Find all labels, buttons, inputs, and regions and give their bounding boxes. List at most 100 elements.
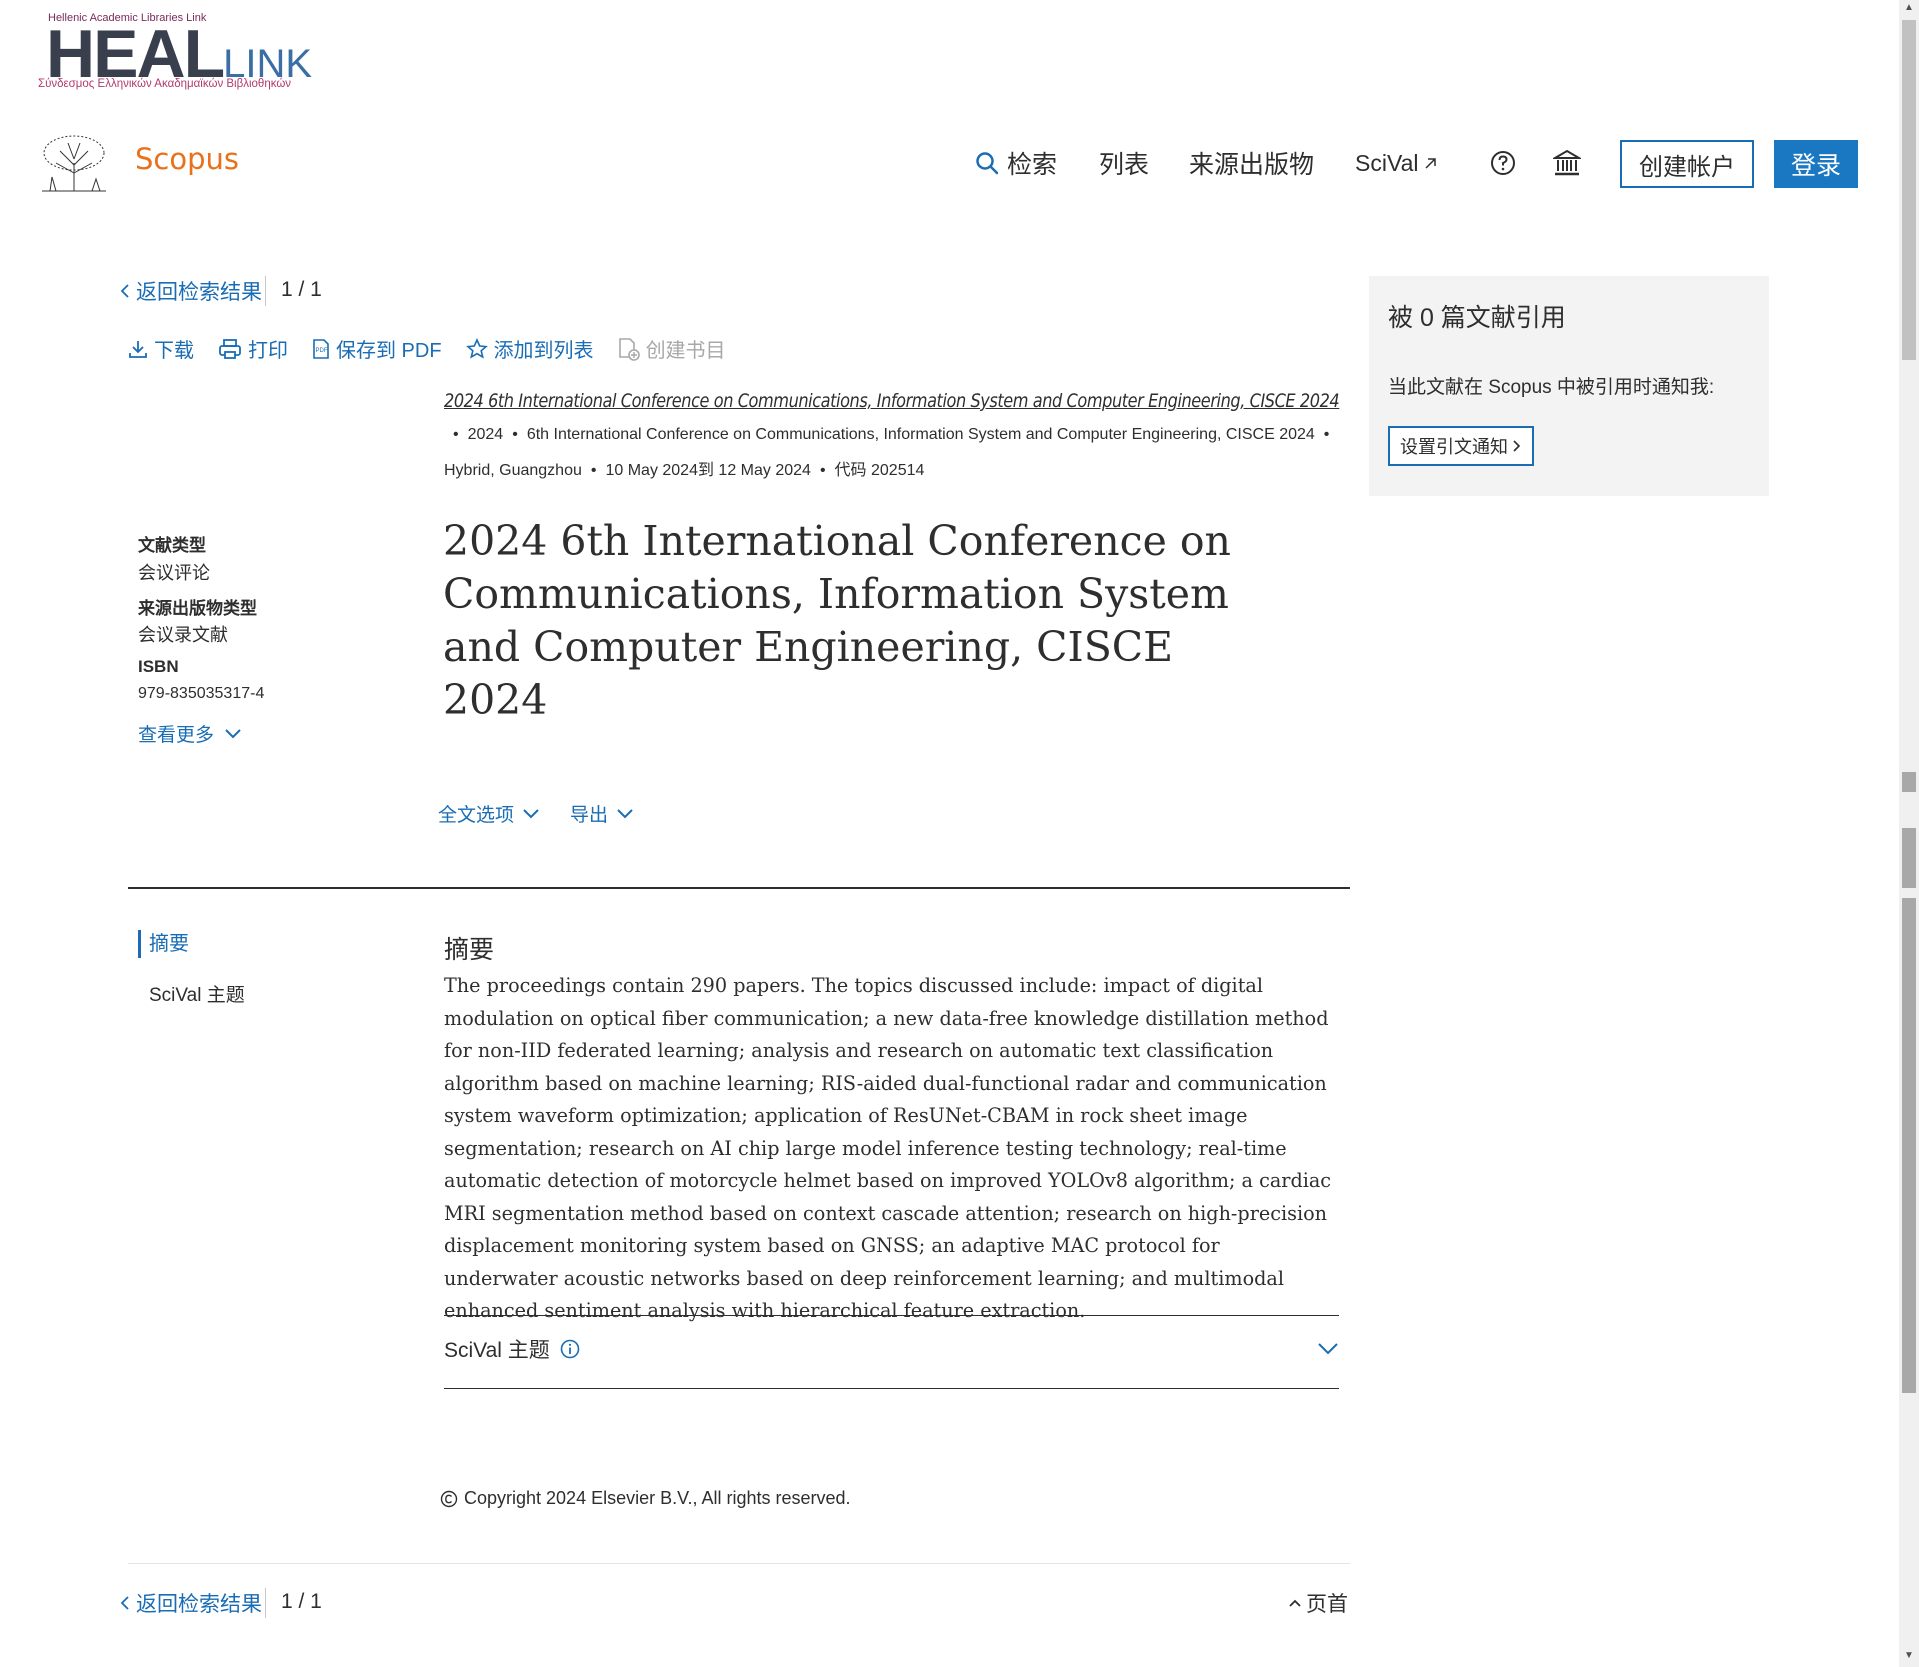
document-actions: 全文选项 导出: [438, 800, 634, 827]
back-to-results[interactable]: 返回检索结果: [120, 276, 262, 306]
chevron-down-icon: [1318, 1343, 1338, 1355]
source-code: 代码 202514: [834, 462, 925, 479]
footer-back-to-results[interactable]: 返回检索结果: [120, 1588, 262, 1618]
chevron-down-icon: [617, 808, 633, 818]
cited-by-panel: 被 0 篇文献引用 当此文献在 Scopus 中被引用时通知我: 设置引文通知: [1369, 276, 1769, 496]
source-type-label: 来源出版物类型: [138, 599, 257, 618]
back-to-top-label: 页首: [1306, 1593, 1348, 1616]
save-pdf-button[interactable]: PDF 保存到 PDF: [312, 334, 442, 363]
nav-lists-label: 列表: [1099, 151, 1150, 179]
scroll-up-arrow[interactable]: ▲: [1899, 2, 1919, 13]
document-title: 2024 6th International Conference on Com…: [443, 517, 1231, 724]
download-label: 下载: [154, 340, 194, 362]
full-text-options-label: 全文选项: [438, 805, 515, 826]
svg-text:PDF: PDF: [316, 348, 328, 354]
add-to-list-label: 添加到列表: [493, 340, 594, 362]
vertical-scrollbar[interactable]: ▲ ▼: [1899, 0, 1919, 1667]
cited-by-description: 当此文献在 Scopus 中被引用时通知我:: [1388, 377, 1715, 398]
scrollbar-thumb[interactable]: [1902, 20, 1916, 360]
show-more-button[interactable]: 查看更多: [138, 720, 242, 747]
help-icon: [1491, 151, 1515, 175]
footer-breadcrumb-divider: [265, 1588, 266, 1618]
print-label: 打印: [248, 340, 288, 362]
elsevier-logo[interactable]: [38, 133, 110, 193]
footer-back-label: 返回检索结果: [136, 1593, 262, 1616]
cited-by-title: 被 0 篇文献引用: [1388, 304, 1566, 332]
institution-button[interactable]: [1553, 143, 1581, 183]
nav-scival[interactable]: SciVal: [1355, 143, 1437, 183]
doc-type-value: 会议评论: [138, 563, 210, 583]
copyright-notice: Copyright 2024 Elsevier B.V., All rights…: [440, 1488, 851, 1509]
chevron-left-icon: [120, 284, 129, 298]
scroll-down-arrow[interactable]: ▼: [1899, 1650, 1919, 1661]
institution-icon: [1553, 149, 1581, 176]
source-type-value: 会议录文献: [138, 625, 228, 645]
info-icon[interactable]: [560, 1339, 580, 1359]
document-toolbar: 下载 打印 PDF 保存到 PDF 添加到列表 创建书目: [128, 334, 726, 363]
nav-lists[interactable]: 列表: [1099, 143, 1149, 183]
scival-divider-bottom: [444, 1388, 1339, 1389]
source-conference: 6th International Conference on Communic…: [526, 426, 1315, 443]
toc-abstract[interactable]: 摘要: [138, 930, 189, 958]
scival-topics-label: SciVal 主题: [444, 1339, 550, 1362]
nav-search[interactable]: 检索: [975, 143, 1057, 183]
scival-divider-top: [444, 1315, 1339, 1316]
source-meta-line-2: Hybrid, Guangzhou • 10 May 2024到 12 May 20…: [444, 462, 925, 479]
source-dates: 10 May 2024到 12 May 2024: [605, 462, 811, 479]
chevron-down-icon: [225, 728, 241, 738]
show-more-label: 查看更多: [138, 725, 215, 746]
conference-source-link[interactable]: 2024 6th International Conference on Com…: [444, 390, 1340, 412]
nav-sources[interactable]: 来源出版物: [1189, 143, 1314, 183]
breadcrumb-divider: [265, 276, 266, 306]
set-citation-alert-button[interactable]: 设置引文通知: [1388, 426, 1534, 466]
back-to-top-link[interactable]: 页首: [1288, 1588, 1348, 1618]
heal-logo-sub-text: Σύνδεσμος Ελληνικών Ακαδημαϊκών Βιβλιοθη…: [38, 78, 292, 90]
scrollbar-marker: [1902, 898, 1916, 1393]
scrollbar-marker: [1902, 772, 1916, 792]
nav-sources-label: 来源出版物: [1189, 151, 1315, 179]
star-icon: [465, 337, 488, 359]
nav-scival-label: SciVal: [1355, 149, 1419, 176]
export-button[interactable]: 导出: [570, 800, 634, 827]
chevron-down-icon: [523, 808, 539, 818]
abstract-heading: 摘要: [444, 936, 495, 964]
chevron-left-icon: [120, 1596, 129, 1610]
create-bibliography-button[interactable]: 创建书目: [618, 334, 726, 363]
footer-divider: [128, 1563, 1350, 1564]
scopus-brand[interactable]: Scopus: [135, 142, 239, 176]
help-button[interactable]: [1490, 143, 1516, 183]
copyright-icon: [440, 1490, 458, 1507]
abstract-text: The proceedings contain 290 papers. The …: [444, 974, 1332, 1322]
full-text-options-button[interactable]: 全文选项: [438, 800, 540, 827]
nav-search-label: 检索: [1007, 151, 1058, 179]
print-button[interactable]: 打印: [218, 334, 288, 363]
add-to-list-button[interactable]: 添加到列表: [465, 334, 594, 363]
copyright-text: Copyright 2024 Elsevier B.V., All rights…: [464, 1488, 851, 1508]
scrollbar-marker: [1902, 828, 1916, 888]
login-button[interactable]: 登录: [1774, 140, 1858, 188]
chevron-up-icon: [1289, 1599, 1301, 1607]
footer-pager: 1 / 1: [281, 1590, 322, 1613]
bibliography-icon: [618, 337, 640, 361]
source-meta-line-1: • 2024 • 6th International Conference on Co…: [453, 426, 1330, 443]
heal-link-logo[interactable]: Hellenic Academic Libraries Link HEALLIN…: [38, 12, 312, 94]
create-bibliography-label: 创建书目: [645, 340, 726, 362]
create-account-button[interactable]: 创建帐户: [1620, 140, 1754, 188]
printer-icon: [219, 338, 241, 359]
isbn-label: ISBN: [138, 657, 179, 676]
save-pdf-label: 保存到 PDF: [336, 340, 442, 362]
back-to-results-label: 返回检索结果: [136, 281, 262, 304]
scival-topics-toggle[interactable]: SciVal 主题: [444, 1334, 1339, 1364]
elsevier-tree-icon: [38, 133, 110, 193]
source-year: 2024: [467, 426, 504, 443]
source-place: Hybrid, Guangzhou: [444, 462, 582, 479]
set-citation-alert-label: 设置引文通知: [1400, 437, 1508, 457]
download-button[interactable]: 下载: [128, 334, 194, 363]
isbn-value: 979-835035317-4: [138, 685, 265, 702]
toc-scival[interactable]: SciVal 主题: [149, 980, 245, 1007]
export-label: 导出: [570, 805, 609, 826]
doc-type-label: 文献类型: [138, 536, 206, 555]
download-icon: [129, 340, 147, 358]
chevron-right-icon: [1513, 440, 1521, 452]
external-link-icon: [1424, 158, 1436, 169]
